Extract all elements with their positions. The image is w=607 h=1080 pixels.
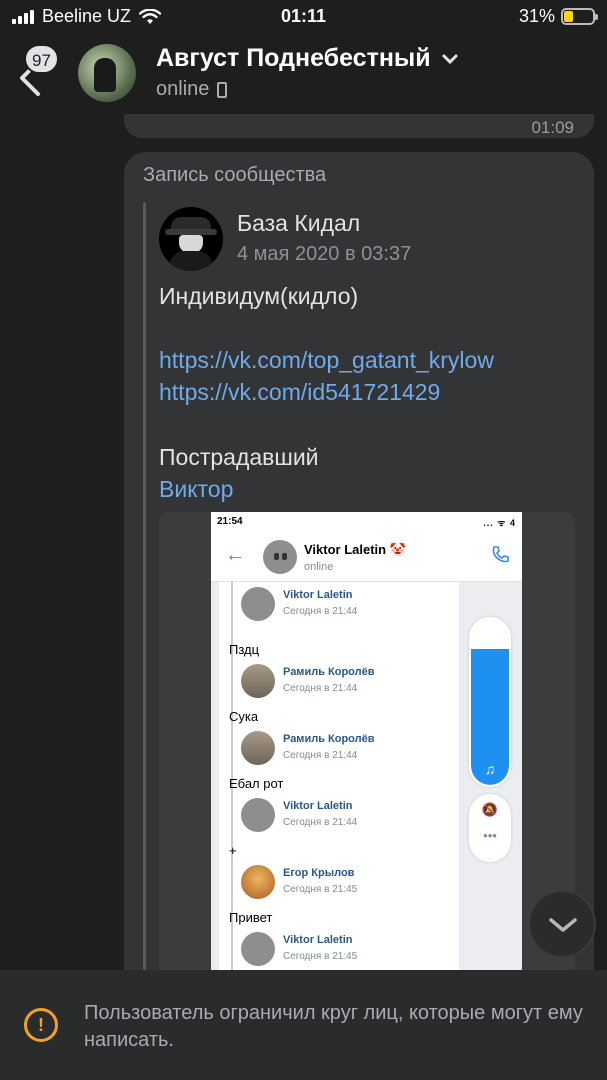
shot-message-text: Сука [229,709,259,724]
shot-message-text: + [229,843,237,858]
shot-time-label: Сегодня в 21:44 [283,750,358,761]
shot-message: Viktor Laletin Сегодня в 21:44 [241,798,451,848]
shot-bell-icon: 🔕 [481,802,499,817]
post-link[interactable]: https://vk.com/id541721429 [159,379,440,406]
previous-message[interactable]: 01:09 [124,114,594,138]
shot-author: Viktor Laletin [283,800,353,812]
shot-phone-icon [492,546,509,563]
shot-mute-control: 🔕 ••• [469,794,511,862]
chevron-down-icon [442,54,458,64]
shot-author: Рамиль Королёв [283,666,375,678]
post-link[interactable]: https://vk.com/top_gatant_krylow [159,347,494,374]
notice-text: Пользователь ограничил круг лиц, которые… [84,1002,583,1051]
shot-time-label: Сегодня в 21:45 [283,951,358,962]
battery-icon [561,8,598,25]
community-avatar[interactable] [159,207,223,271]
shot-message: Рамиль Королёв Сегодня в 21:44 [241,664,451,714]
chevron-down-icon [549,918,577,932]
shot-music-icon: ♫ [484,761,496,777]
repost-divider [143,202,146,970]
shot-message-list: Viktor Laletin Сегодня в 21:44 Пздц Рами… [219,582,459,970]
post-text-line: Индивидум(кидло) [159,283,359,309]
status-right: 31% [518,6,598,27]
post-text-line: Пострадавший [159,444,319,470]
shot-message: Егор Крылов Сегодня в 21:45 [241,865,451,915]
repost-label: Запись сообщества [143,164,327,186]
shot-author: Viktor Laletin [283,934,353,946]
shot-contact-name: Viktor Laletin 🤡 [304,542,406,557]
community-name[interactable]: База Кидал [237,210,360,237]
status-bar: Beeline UZ 01:11 31% [0,0,607,36]
warning-icon: ! [24,1008,58,1042]
shot-author: Рамиль Королёв [283,733,375,745]
chat-header: 97 Август Поднебестный online [0,36,607,114]
online-label: online [156,78,210,100]
shot-contact-status: online [304,561,334,573]
mobile-icon [217,81,228,98]
shot-time-label: Сегодня в 21:44 [283,817,358,828]
unread-badge: 97 [24,44,59,74]
shot-author: Viktor Laletin [283,589,353,601]
post-date: 4 мая 2020 в 03:37 [237,243,412,265]
screenshot-content: 21:54 ... ᯤ 4 ← Viktor Laletin 🤡 online [211,512,522,970]
shot-time-label: Сегодня в 21:44 [283,683,358,694]
contact-name-button[interactable]: Август Поднебестный [156,44,459,73]
shot-status-icons: ... ᯤ 4 [483,518,516,528]
scroll-down-button[interactable] [528,890,596,958]
shot-time-label: Сегодня в 21:45 [283,884,358,895]
shot-author: Егор Крылов [283,867,355,879]
battery-percent: 31% [518,6,555,26]
attached-image[interactable]: 21:54 ... ᯤ 4 ← Viktor Laletin 🤡 online [159,512,575,970]
avatar[interactable] [78,44,136,102]
shot-message: Viktor Laletin Сегодня в 21:44 [241,587,451,637]
contact-name: Август Поднебестный [156,44,431,72]
shot-message: Рамиль Королёв Сегодня в 21:44 [241,731,451,781]
repost-message[interactable]: Запись сообщества База Кидал 4 мая 2020 … [124,152,594,970]
shot-avatar [263,540,297,574]
shot-back-icon: ← [225,544,245,566]
restriction-notice: ! Пользователь ограничил круг лиц, котор… [0,970,607,1080]
message-list[interactable]: 01:09 Запись сообщества База Кидал 4 мая… [0,114,607,970]
shot-message-text: Ебал рот [229,776,284,791]
shot-more-icon: ••• [483,828,497,843]
shot-time: 21:54 [217,516,243,527]
shot-message: Viktor Laletin Сегодня в 21:45 [241,932,451,970]
shot-status-bar: 21:54 ... ᯤ 4 [211,512,522,532]
clock: 01:11 [280,6,327,26]
shot-message-text: Пздц [229,642,260,657]
victim-link[interactable]: Виктор [159,476,233,503]
shot-volume-slider: ♫ [469,617,511,787]
shot-time-label: Сегодня в 21:44 [283,606,358,617]
contact-status: online [156,78,228,101]
message-time: 01:09 [531,118,574,137]
shot-header: ← Viktor Laletin 🤡 online [211,532,522,582]
shot-message-text: Привет [229,910,273,925]
